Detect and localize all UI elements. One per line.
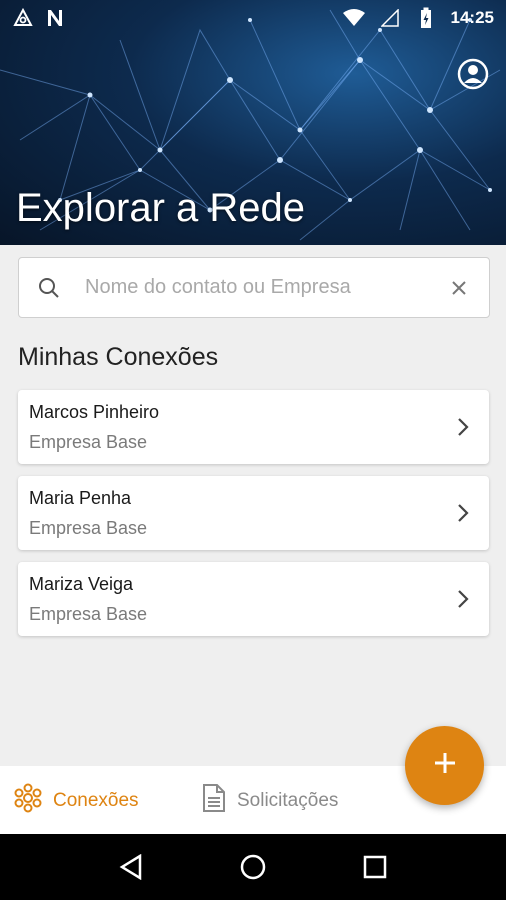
account-circle-icon[interactable] bbox=[456, 57, 490, 91]
recents-icon[interactable] bbox=[355, 847, 395, 887]
cellular-icon bbox=[379, 7, 401, 29]
contact-company: Empresa Base bbox=[29, 518, 148, 538]
home-icon[interactable] bbox=[233, 847, 273, 887]
connections-icon bbox=[13, 783, 43, 818]
app-triangle-icon bbox=[12, 7, 34, 29]
chevron-right-icon bbox=[457, 417, 469, 442]
document-icon bbox=[201, 783, 227, 818]
search-icon bbox=[19, 277, 79, 299]
search-box[interactable] bbox=[18, 257, 490, 318]
chevron-right-icon bbox=[457, 589, 469, 614]
tab-solicitacoes[interactable]: Solicitações bbox=[201, 783, 338, 818]
plus-icon bbox=[434, 752, 456, 779]
system-navigation-bar bbox=[0, 834, 506, 900]
n-notification-icon bbox=[44, 7, 66, 29]
contact-name: Mariza Veiga bbox=[29, 574, 134, 594]
contact-company: Empresa Base bbox=[29, 604, 148, 624]
wifi-icon bbox=[342, 7, 365, 29]
connection-card[interactable]: Marcos Pinheiro Empresa Base bbox=[18, 390, 489, 464]
status-bar: 14:25 bbox=[0, 0, 506, 36]
contact-name: Maria Penha bbox=[29, 488, 132, 508]
connection-card[interactable]: Maria Penha Empresa Base bbox=[18, 476, 489, 550]
contact-name: Marcos Pinheiro bbox=[29, 402, 160, 422]
status-time: 14:25 bbox=[450, 8, 494, 27]
clear-icon[interactable] bbox=[429, 280, 489, 296]
battery-charging-icon bbox=[415, 7, 437, 29]
header-banner: 14:25 Explorar a Rede bbox=[0, 0, 506, 245]
tab-conexoes[interactable]: Conexões bbox=[13, 783, 139, 818]
section-title: Minhas Conexões bbox=[18, 343, 219, 371]
page-title: Explorar a Rede bbox=[16, 186, 306, 230]
back-icon[interactable] bbox=[111, 847, 151, 887]
connections-list: Marcos Pinheiro Empresa Base Maria Penha… bbox=[18, 390, 489, 648]
search-input[interactable] bbox=[79, 258, 429, 317]
contact-company: Empresa Base bbox=[29, 432, 148, 452]
add-connection-button[interactable] bbox=[405, 726, 484, 805]
tab-solicitacoes-label: Solicitações bbox=[237, 789, 339, 811]
tab-conexoes-label: Conexões bbox=[53, 789, 139, 811]
connection-card[interactable]: Mariza Veiga Empresa Base bbox=[18, 562, 489, 636]
chevron-right-icon bbox=[457, 503, 469, 528]
